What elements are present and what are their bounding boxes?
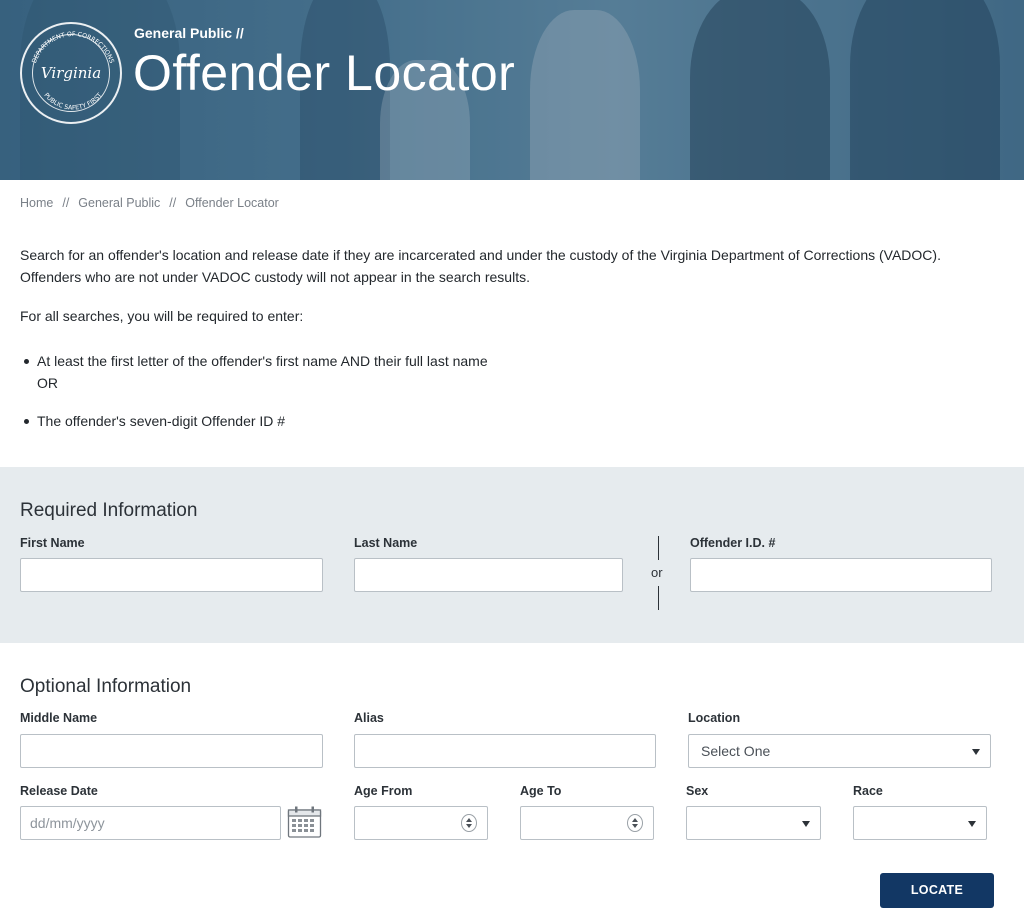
hero-banner: DEPARTMENT OF CORRECTIONS PUBLIC SAFETY … xyxy=(0,0,1024,180)
middle-name-label: Middle Name xyxy=(20,711,98,725)
or-divider-bottom xyxy=(658,586,659,610)
release-date-field[interactable]: dd/mm/yyyy xyxy=(20,806,281,840)
location-select[interactable]: Select One xyxy=(688,734,991,768)
age-to-label: Age To xyxy=(520,784,562,798)
race-label: Race xyxy=(853,784,883,798)
list-item: At least the first letter of the offende… xyxy=(20,350,488,394)
hero-kicker: General Public // xyxy=(134,25,244,41)
breadcrumb-separator: // xyxy=(169,196,177,210)
breadcrumb-offender-locator: Offender Locator xyxy=(185,196,279,210)
chevron-down-icon xyxy=(972,749,980,755)
alias-label: Alias xyxy=(354,711,384,725)
offender-id-field[interactable] xyxy=(690,558,992,592)
calendar-icon[interactable] xyxy=(287,805,322,839)
page-title: Offender Locator xyxy=(133,45,516,101)
middle-name-field[interactable] xyxy=(20,734,323,768)
alias-field[interactable] xyxy=(354,734,656,768)
breadcrumb-general-public[interactable]: General Public xyxy=(78,196,160,210)
seal-ring-text: DEPARTMENT OF CORRECTIONS PUBLIC SAFETY … xyxy=(31,31,115,112)
age-to-stepper[interactable] xyxy=(520,806,654,840)
offender-id-label: Offender I.D. # xyxy=(690,536,776,550)
stepper-arrows-icon[interactable] xyxy=(461,814,477,832)
svg-text:PUBLIC SAFETY FIRST: PUBLIC SAFETY FIRST xyxy=(42,92,103,112)
first-name-label: First Name xyxy=(20,536,85,550)
breadcrumb-separator: // xyxy=(62,196,70,210)
svg-text:DEPARTMENT OF CORRECTIONS: DEPARTMENT OF CORRECTIONS xyxy=(31,31,115,64)
first-name-field[interactable] xyxy=(20,558,323,592)
release-date-label: Release Date xyxy=(20,784,98,798)
bullet-name-requirement: At least the first letter of the offende… xyxy=(37,353,488,369)
chevron-down-icon xyxy=(802,821,810,827)
age-from-label: Age From xyxy=(354,784,413,798)
stepper-arrows-icon[interactable] xyxy=(627,814,643,832)
race-select[interactable] xyxy=(853,806,987,840)
age-from-stepper[interactable] xyxy=(354,806,488,840)
breadcrumb-home[interactable]: Home xyxy=(20,196,53,210)
sex-select[interactable] xyxy=(686,806,821,840)
bullet-or: OR xyxy=(37,375,58,391)
breadcrumb: Home // General Public // Offender Locator xyxy=(20,196,279,210)
optional-section-title: Optional Information xyxy=(20,676,192,697)
last-name-label: Last Name xyxy=(354,536,418,550)
sex-label: Sex xyxy=(686,784,709,798)
list-item: The offender's seven-digit Offender ID # xyxy=(20,410,488,432)
chevron-down-icon xyxy=(968,821,976,827)
requirement-list: At least the first letter of the offende… xyxy=(20,350,488,432)
vadoc-seal-logo[interactable]: DEPARTMENT OF CORRECTIONS PUBLIC SAFETY … xyxy=(20,22,122,124)
required-section-title: Required Information xyxy=(20,500,198,521)
location-selected-value: Select One xyxy=(701,743,771,759)
or-divider-top xyxy=(658,536,659,560)
last-name-field[interactable] xyxy=(354,558,623,592)
bullet-id-requirement: The offender's seven-digit Offender ID # xyxy=(37,413,286,429)
intro-paragraph: Search for an offender's location and re… xyxy=(20,247,941,285)
requirement-lead: For all searches, you will be required t… xyxy=(20,308,304,324)
or-label: or xyxy=(651,565,663,580)
locate-button[interactable]: LOCATE xyxy=(880,873,994,908)
location-label: Location xyxy=(688,711,741,725)
required-section: Required Information First Name Last Nam… xyxy=(0,467,1024,643)
